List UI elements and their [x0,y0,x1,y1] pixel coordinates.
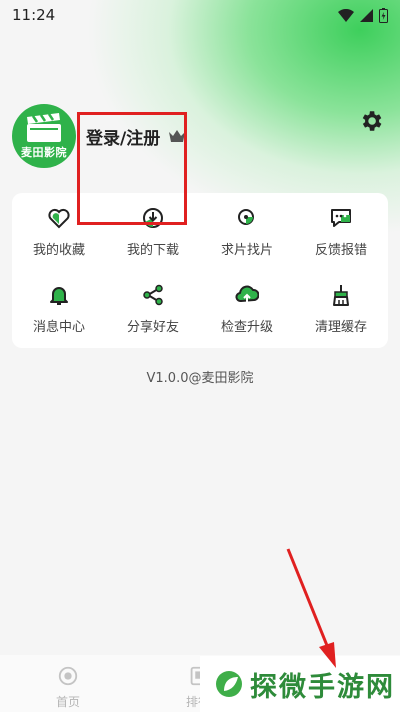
menu-card: 我的收藏 我的下载 求片找片 反馈报错 消息中心 分享好友 检查升级 清理缓存 [12,193,388,348]
crown-icon [169,130,186,142]
avatar[interactable]: 麦田影院 [12,104,76,168]
menu-item-check-update[interactable]: 检查升级 [200,270,294,347]
menu-item-label: 清理缓存 [314,319,367,335]
avatar-label: 麦田影院 [21,145,67,159]
menu-item-label: 分享好友 [126,319,179,335]
menu-item-label: 我的收藏 [32,242,85,258]
menu-item-request-film[interactable]: 求片找片 [200,193,294,270]
watermark: 探微手游网 [200,656,400,712]
status-time: 11:24 [12,6,56,24]
menu-item-label: 消息中心 [32,319,85,335]
wifi-icon [338,8,354,22]
heart-icon [48,208,70,228]
home-icon [58,666,78,686]
status-bar: 11:24 [0,0,400,30]
menu-item-share[interactable]: 分享好友 [106,270,200,347]
battery-icon [379,7,388,23]
clapperboard-icon [27,112,61,142]
watermark-logo-icon [216,671,242,697]
profile-header[interactable]: 麦田影院 登录/注册 [12,104,186,168]
search-film-icon [238,208,254,225]
status-icons [338,7,388,23]
bell-icon [50,286,68,305]
menu-item-downloads[interactable]: 我的下载 [106,193,200,270]
upgrade-icon [235,285,259,303]
feedback-icon [331,208,351,227]
menu-item-label: 求片找片 [220,242,273,258]
version-text: V1.0.0@麦田影院 [146,371,254,386]
signal-icon [360,8,373,22]
nav-home-label: 首页 [55,695,80,709]
broom-icon [333,284,349,306]
menu-item-label: 反馈报错 [314,242,367,258]
nav-home[interactable]: 首页 [48,665,88,710]
watermark-text: 探微手游网 [250,671,395,703]
menu-item-feedback[interactable]: 反馈报错 [294,193,388,270]
menu-item-label: 我的下载 [126,242,179,258]
menu-item-label: 检查升级 [220,319,273,335]
share-icon [143,284,163,305]
login-register-link[interactable]: 登录/注册 [86,124,160,149]
download-icon [143,207,163,228]
menu-item-messages[interactable]: 消息中心 [12,270,106,347]
menu-item-clear-cache[interactable]: 清理缓存 [294,270,388,347]
gear-icon[interactable] [358,108,384,134]
menu-item-favorites[interactable]: 我的收藏 [12,193,106,270]
